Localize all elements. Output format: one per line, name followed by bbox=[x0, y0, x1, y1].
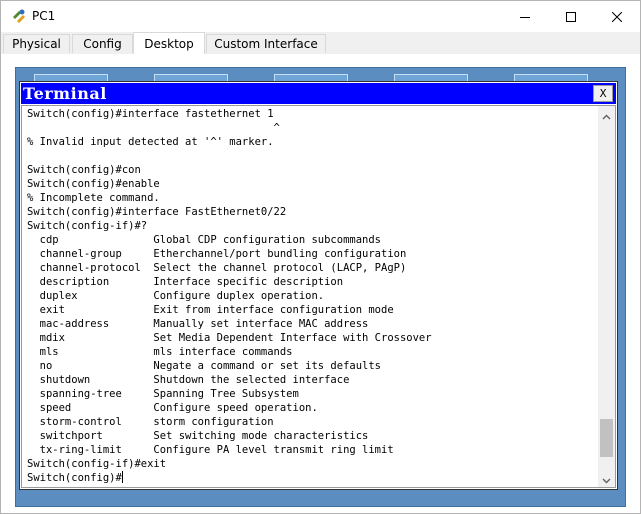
terminal-line: tx-ring-limit Configure PA level transmi… bbox=[27, 444, 394, 456]
terminal-line: Switch(config)#interface FastEthernet0/2… bbox=[27, 206, 287, 218]
tab-custom-interface[interactable]: Custom Interface bbox=[206, 34, 326, 53]
terminal-close-button[interactable]: X bbox=[593, 85, 613, 102]
terminal-line: spanning-tree Spanning Tree Subsystem bbox=[27, 388, 299, 400]
scroll-down-button[interactable] bbox=[598, 470, 615, 487]
terminal-line: switchport Set switching mode characteri… bbox=[27, 430, 369, 442]
desktop-panel: Terminal X Switch(config)#interface fast… bbox=[1, 54, 640, 513]
terminal-line: duplex Configure duplex operation. bbox=[27, 290, 325, 302]
maximize-button[interactable] bbox=[548, 1, 594, 32]
terminal-line: shutdown Shutdown the selected interface bbox=[27, 374, 350, 386]
tab-physical[interactable]: Physical bbox=[3, 34, 70, 53]
terminal-close-label: X bbox=[599, 87, 607, 100]
terminal-line: Switch(config)#con bbox=[27, 164, 141, 176]
scroll-up-button[interactable] bbox=[598, 106, 615, 123]
terminal-line: mdix Set Media Dependent Interface with … bbox=[27, 332, 432, 344]
window-titlebar[interactable]: PC1 bbox=[1, 1, 640, 32]
terminal-prompt-line[interactable]: Switch(config)# bbox=[27, 471, 432, 485]
tab-desktop[interactable]: Desktop bbox=[133, 32, 205, 54]
terminal-line: % Invalid input detected at '^' marker. bbox=[27, 136, 274, 148]
terminal-line: Switch(config)#enable bbox=[27, 178, 160, 190]
window-title: PC1 bbox=[32, 9, 56, 23]
maximize-icon bbox=[566, 7, 576, 26]
terminal-line: speed Configure speed operation. bbox=[27, 402, 318, 414]
terminal-titlebar: Terminal X bbox=[21, 83, 616, 104]
terminal-line: storm-control storm configuration bbox=[27, 416, 274, 428]
terminal-lines: Switch(config)#interface fastethernet 1 … bbox=[27, 107, 432, 471]
close-icon bbox=[611, 7, 623, 26]
terminal-line: Switch(config-if)#? bbox=[27, 220, 148, 232]
minimize-icon bbox=[520, 7, 530, 26]
terminal-line: channel-group Etherchannel/port bundling… bbox=[27, 248, 407, 260]
terminal-output-area[interactable]: Switch(config)#interface fastethernet 1 … bbox=[21, 105, 616, 488]
packet-tracer-pc-icon bbox=[11, 8, 27, 24]
text-cursor bbox=[121, 471, 123, 483]
terminal-line: mac-address Manually set interface MAC a… bbox=[27, 318, 369, 330]
terminal-line: description Interface specific descripti… bbox=[27, 276, 344, 288]
terminal-window: Terminal X Switch(config)#interface fast… bbox=[19, 81, 618, 490]
close-button[interactable] bbox=[594, 1, 640, 32]
terminal-line: % Incomplete command. bbox=[27, 192, 160, 204]
terminal-prompt: Switch(config)# bbox=[27, 472, 122, 484]
tab-config[interactable]: Config bbox=[72, 34, 133, 53]
terminal-line: Switch(config-if)#exit bbox=[27, 458, 167, 470]
tab-bar: Physical Config Desktop Custom Interface bbox=[1, 32, 640, 55]
pc1-window: PC1 Physical Config Desktop Custom Inter… bbox=[0, 0, 641, 514]
terminal-scrollbar[interactable] bbox=[598, 106, 615, 487]
scrollbar-thumb[interactable] bbox=[600, 419, 613, 457]
minimize-button[interactable] bbox=[502, 1, 548, 32]
terminal-line: channel-protocol Select the channel prot… bbox=[27, 262, 407, 274]
terminal-title: Terminal bbox=[23, 84, 107, 103]
scroll-down-arrow-icon bbox=[602, 469, 611, 487]
terminal-line: Switch(config)#interface fastethernet 1 bbox=[27, 108, 274, 120]
terminal-output[interactable]: Switch(config)#interface fastethernet 1 … bbox=[27, 107, 432, 485]
terminal-line: cdp Global CDP configuration subcommands bbox=[27, 234, 382, 246]
terminal-line: no Negate a command or set its defaults bbox=[27, 360, 382, 372]
terminal-line: mls mls interface commands bbox=[27, 346, 293, 358]
scroll-up-arrow-icon bbox=[602, 106, 611, 124]
terminal-line: ^ bbox=[27, 122, 280, 134]
terminal-line: exit Exit from interface configuration m… bbox=[27, 304, 394, 316]
